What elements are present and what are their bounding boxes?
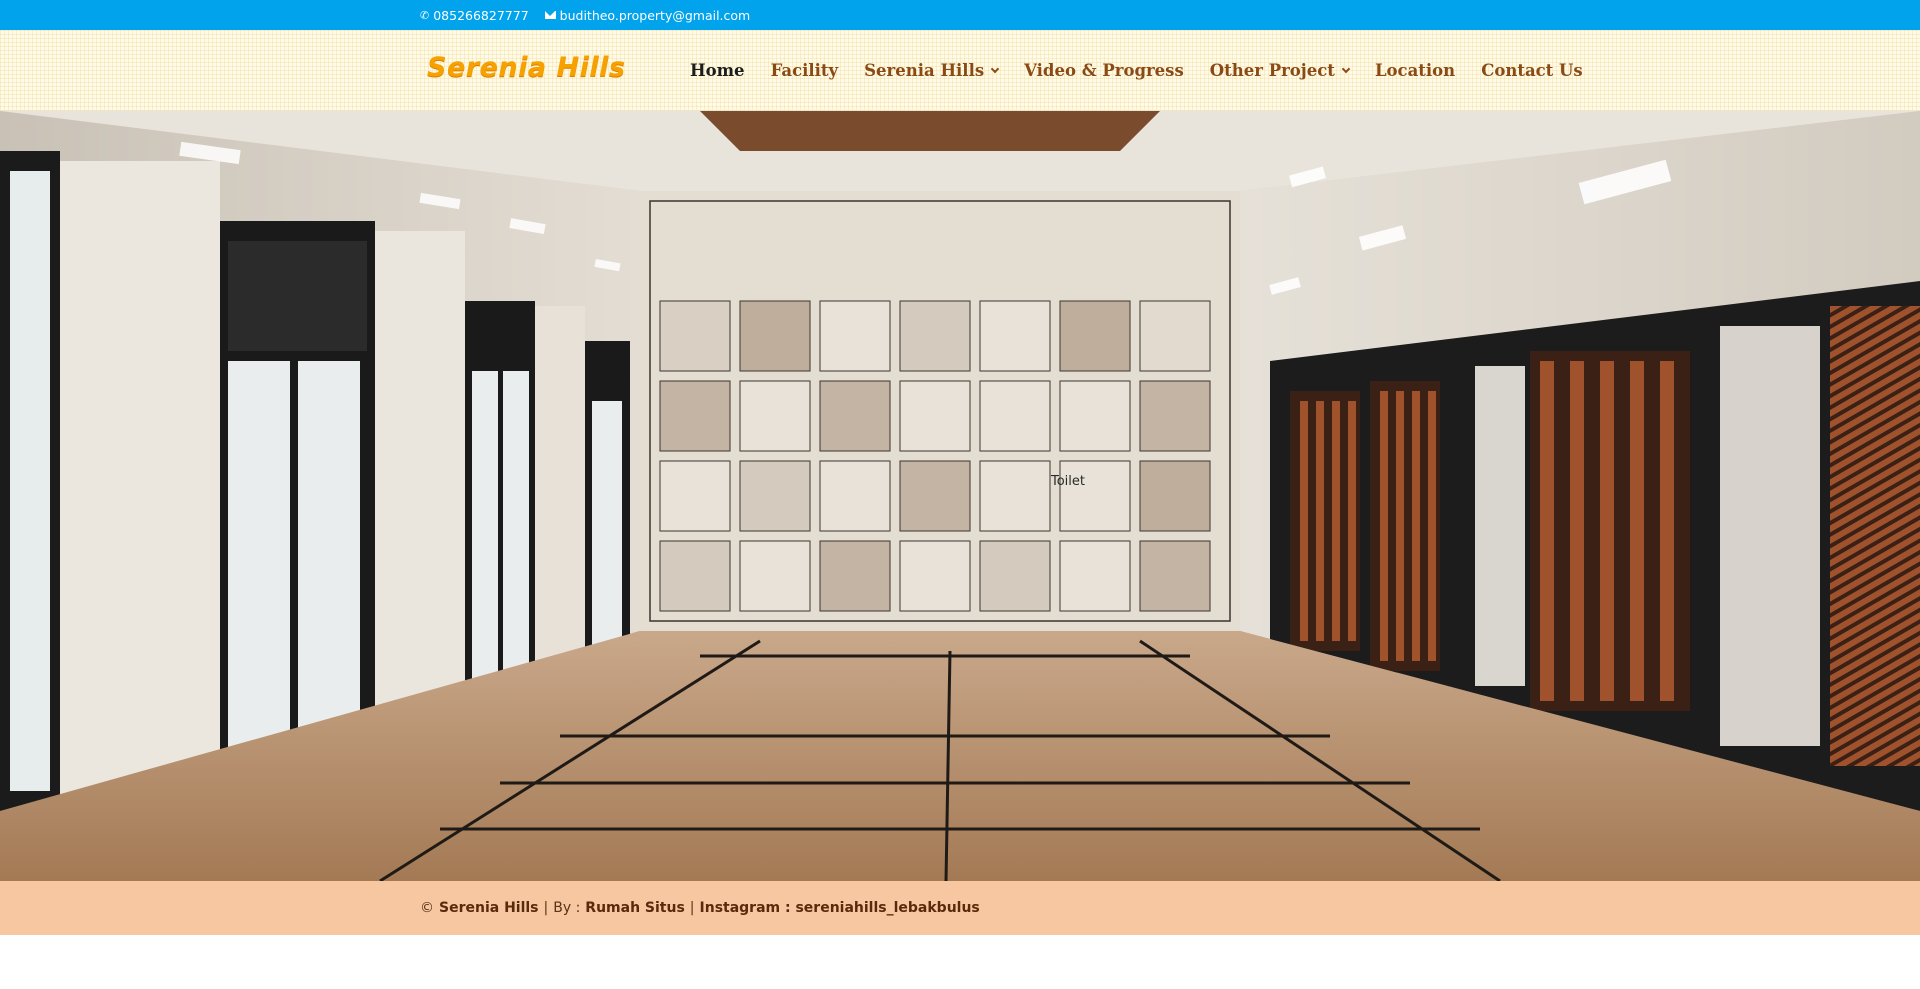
nav-item-facility[interactable]: Facility <box>771 61 839 80</box>
hero-image: Toilet <box>0 111 1920 881</box>
nav-item-label: Serenia Hills <box>864 61 985 80</box>
site-logo[interactable]: Serenia Hills <box>427 52 625 83</box>
footer-site-name[interactable]: Serenia Hills <box>439 900 539 916</box>
footer-credits: © Serenia Hills | By : Rumah Situs | Ins… <box>420 881 980 935</box>
envelope-icon <box>544 11 556 19</box>
footer-author-link[interactable]: Rumah Situs <box>585 900 685 916</box>
nav-item-contact-us[interactable]: Contact Us <box>1481 61 1583 80</box>
page-bottom-space <box>0 935 1920 989</box>
nav-item-location[interactable]: Location <box>1375 61 1455 80</box>
top-bar: ✆ 085266827777 buditheo.property@gmail.c… <box>0 0 1920 30</box>
hall-interior-illustration: Toilet <box>0 111 1920 881</box>
nav-item-video-progress[interactable]: Video & Progress <box>1024 61 1184 80</box>
footer-instagram-link[interactable]: Instagram : sereniahills_lebakbulus <box>700 900 980 916</box>
chevron-down-icon <box>990 64 1000 74</box>
email-address: buditheo.property@gmail.com <box>559 7 751 23</box>
footer-by-label: By : <box>553 900 581 916</box>
chevron-down-icon <box>1341 64 1351 74</box>
toilet-sign: Toilet <box>1050 474 1085 489</box>
copyright-symbol: © <box>420 900 434 916</box>
footer-separator: | <box>543 900 549 916</box>
phone-link[interactable]: ✆ 085266827777 <box>420 8 529 23</box>
nav-item-label: Location <box>1374 61 1456 80</box>
nav-item-label: Facility <box>770 61 839 80</box>
site-header: Serenia Hills Home Facility Serenia Hill… <box>0 30 1920 111</box>
nav-item-home[interactable]: Home <box>690 61 745 80</box>
nav-item-label: Home <box>690 61 745 80</box>
nav-item-serenia-hills[interactable]: Serenia Hills <box>864 61 1000 80</box>
top-bar-contacts: ✆ 085266827777 buditheo.property@gmail.c… <box>420 0 750 30</box>
main-nav: Home Facility Serenia Hills Video & Prog… <box>690 30 1609 111</box>
phone-number: 085266827777 <box>433 7 529 23</box>
footer-separator: | <box>689 900 695 916</box>
nav-item-label: Contact Us <box>1481 61 1583 80</box>
phone-icon: ✆ <box>420 8 430 22</box>
site-footer: © Serenia Hills | By : Rumah Situs | Ins… <box>0 881 1920 935</box>
nav-item-label: Video & Progress <box>1024 61 1184 80</box>
nav-item-label: Other Project <box>1209 61 1335 80</box>
email-link[interactable]: buditheo.property@gmail.com <box>544 7 751 23</box>
nav-item-other-project[interactable]: Other Project <box>1209 61 1351 80</box>
